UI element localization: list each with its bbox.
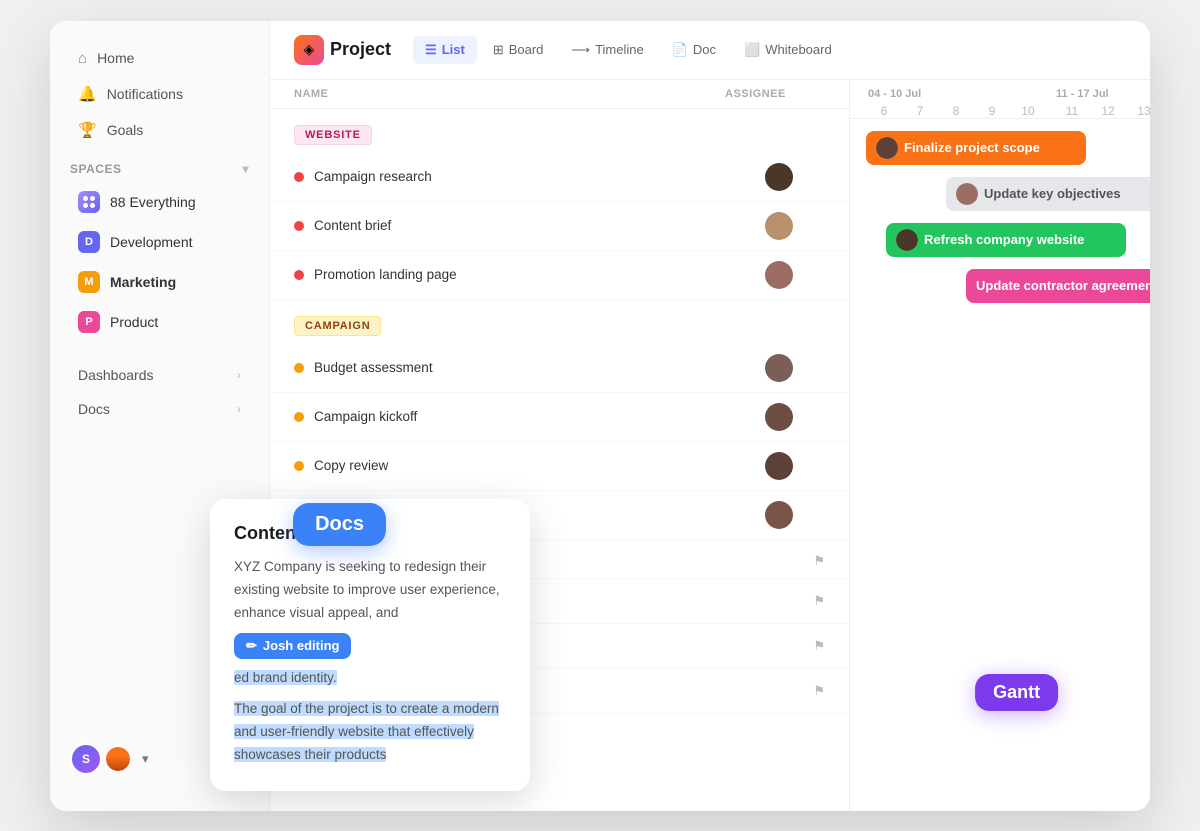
task-avatar xyxy=(765,163,793,191)
trophy-icon: 🏆 xyxy=(78,121,97,139)
gantt-header: 04 - 10 Jul 6 7 8 9 10 11 - 17 Jul xyxy=(850,80,1150,119)
gantt-bar-finalize: Finalize project scope xyxy=(866,131,1086,165)
sidebar-item-development[interactable]: D Development xyxy=(58,222,261,262)
docs-card-text-3: The goal of the project is to create a m… xyxy=(234,698,506,767)
sidebar-item-docs[interactable]: Docs › xyxy=(58,392,261,426)
tab-doc[interactable]: 📄 Doc xyxy=(660,36,728,64)
highlighted-text-2: The goal of the project is to create a m… xyxy=(234,701,499,762)
marketing-label: Marketing xyxy=(110,274,176,290)
sidebar-item-everything[interactable]: 88 Everything xyxy=(58,182,261,222)
docs-card: Content brief Docs XYZ Company is seekin… xyxy=(210,499,530,791)
user-chevron: ▾ xyxy=(142,751,149,767)
sidebar-item-label: Notifications xyxy=(107,86,183,102)
sidebar-item-notifications[interactable]: 🔔 Notifications xyxy=(58,76,261,112)
group-label-website: WEBSITE xyxy=(294,125,372,145)
gantt-body: Finalize project scope Update key object… xyxy=(850,119,1150,315)
gantt-row: Refresh company website xyxy=(866,217,1134,263)
task-avatar xyxy=(765,501,793,529)
task-avatar xyxy=(765,403,793,431)
gantt-bar-refresh: Refresh company website xyxy=(886,223,1126,257)
task-row[interactable]: Campaign kickoff xyxy=(270,393,849,442)
task-row[interactable]: Copy review xyxy=(270,442,849,491)
task-dot xyxy=(294,363,304,373)
sidebar-item-marketing[interactable]: M Marketing xyxy=(58,262,261,302)
home-icon: ⌂ xyxy=(78,50,87,67)
header-tabs: ☰ List ⊞ Board ⟶ Timeline 📄 Doc ⬜ Whi xyxy=(413,36,844,64)
sidebar-item-label: Goals xyxy=(107,122,144,138)
bar-avatar xyxy=(876,137,898,159)
project-icon: ◈ xyxy=(294,35,324,65)
spaces-section: Spaces ▾ xyxy=(50,148,269,182)
board-icon: ⊞ xyxy=(493,42,504,58)
task-avatar xyxy=(765,212,793,240)
docs-card-text-1: XYZ Company is seeking to redesign their… xyxy=(234,556,506,625)
tab-board[interactable]: ⊞ Board xyxy=(481,36,556,64)
task-row[interactable]: Content brief xyxy=(270,202,849,251)
gantt-row: Finalize project scope xyxy=(866,125,1134,171)
task-row[interactable]: Campaign research xyxy=(270,153,849,202)
task-dot xyxy=(294,172,304,182)
sidebar-item-goals[interactable]: 🏆 Goals xyxy=(58,112,261,148)
task-avatar xyxy=(765,261,793,289)
product-label: Product xyxy=(110,314,158,330)
task-row[interactable]: Budget assessment xyxy=(270,344,849,393)
chevron-down-icon: ▾ xyxy=(242,162,249,176)
marketing-icon: M xyxy=(78,271,100,293)
list-icon: ☰ xyxy=(425,42,437,58)
whiteboard-icon: ⬜ xyxy=(744,42,760,58)
tab-timeline[interactable]: ⟶ Timeline xyxy=(559,36,655,64)
bar-avatar xyxy=(896,229,918,251)
bell-icon: 🔔 xyxy=(78,85,97,103)
second-avatar xyxy=(104,745,132,773)
docs-badge: Docs xyxy=(293,503,386,546)
gantt-panel: 04 - 10 Jul 6 7 8 9 10 11 - 17 Jul xyxy=(850,80,1150,811)
docs-card-title-area: Content brief Docs xyxy=(234,523,346,556)
task-dot xyxy=(294,221,304,231)
week-section-2: 11 - 17 Jul 11 12 13 14 xyxy=(1054,88,1150,118)
header: ◈ Project ☰ List ⊞ Board ⟶ Timeline 📄 Do… xyxy=(270,21,1150,80)
group-label-campaign: CAMPAIGN xyxy=(294,316,381,336)
sidebar-item-label: Home xyxy=(97,50,134,66)
chevron-right-icon: › xyxy=(237,402,241,416)
pencil-icon: ✏ xyxy=(246,638,257,654)
task-dot xyxy=(294,412,304,422)
task-dot xyxy=(294,461,304,471)
flag-icon: ⚑ xyxy=(813,553,825,569)
timeline-icon: ⟶ xyxy=(571,42,590,58)
gantt-row: Update key objectives xyxy=(866,171,1134,217)
week-section-1: 04 - 10 Jul 6 7 8 9 10 xyxy=(866,88,1046,118)
task-avatar xyxy=(765,452,793,480)
project-title: Project xyxy=(330,39,391,60)
docs-editing-badge: ✏ Josh editing xyxy=(234,633,351,659)
doc-icon: 📄 xyxy=(672,42,688,58)
highlighted-text: ed brand identity. xyxy=(234,670,337,685)
task-avatar xyxy=(765,354,793,382)
tab-list[interactable]: ☰ List xyxy=(413,36,477,64)
gantt-label-badge: Gantt xyxy=(975,674,1058,711)
docs-card-text-2: ed brand identity. xyxy=(234,667,506,690)
bar-avatar xyxy=(956,183,978,205)
sidebar-item-product[interactable]: P Product xyxy=(58,302,261,342)
tab-whiteboard[interactable]: ⬜ Whiteboard xyxy=(732,36,844,64)
everything-label: 88 Everything xyxy=(110,194,196,210)
flag-icon: ⚑ xyxy=(813,683,825,699)
flag-icon: ⚑ xyxy=(813,593,825,609)
gantt-bar-objectives: Update key objectives xyxy=(946,177,1150,211)
chevron-right-icon: › xyxy=(237,368,241,382)
task-row[interactable]: Promotion landing page xyxy=(270,251,849,300)
sidebar-item-home[interactable]: ⌂ Home xyxy=(58,41,261,76)
development-label: Development xyxy=(110,234,193,250)
avatar: S xyxy=(70,743,102,775)
product-icon: P xyxy=(78,311,100,333)
task-list-header: NAME ASSIGNEE xyxy=(270,80,849,109)
task-dot xyxy=(294,270,304,280)
sidebar-item-dashboards[interactable]: Dashboards › xyxy=(58,358,261,392)
flag-icon: ⚑ xyxy=(813,638,825,654)
everything-icon xyxy=(78,191,100,213)
dev-icon: D xyxy=(78,231,100,253)
gantt-bar-contractor: Update contractor agreement xyxy=(966,269,1150,303)
gantt-row: Update contractor agreement xyxy=(866,263,1134,309)
